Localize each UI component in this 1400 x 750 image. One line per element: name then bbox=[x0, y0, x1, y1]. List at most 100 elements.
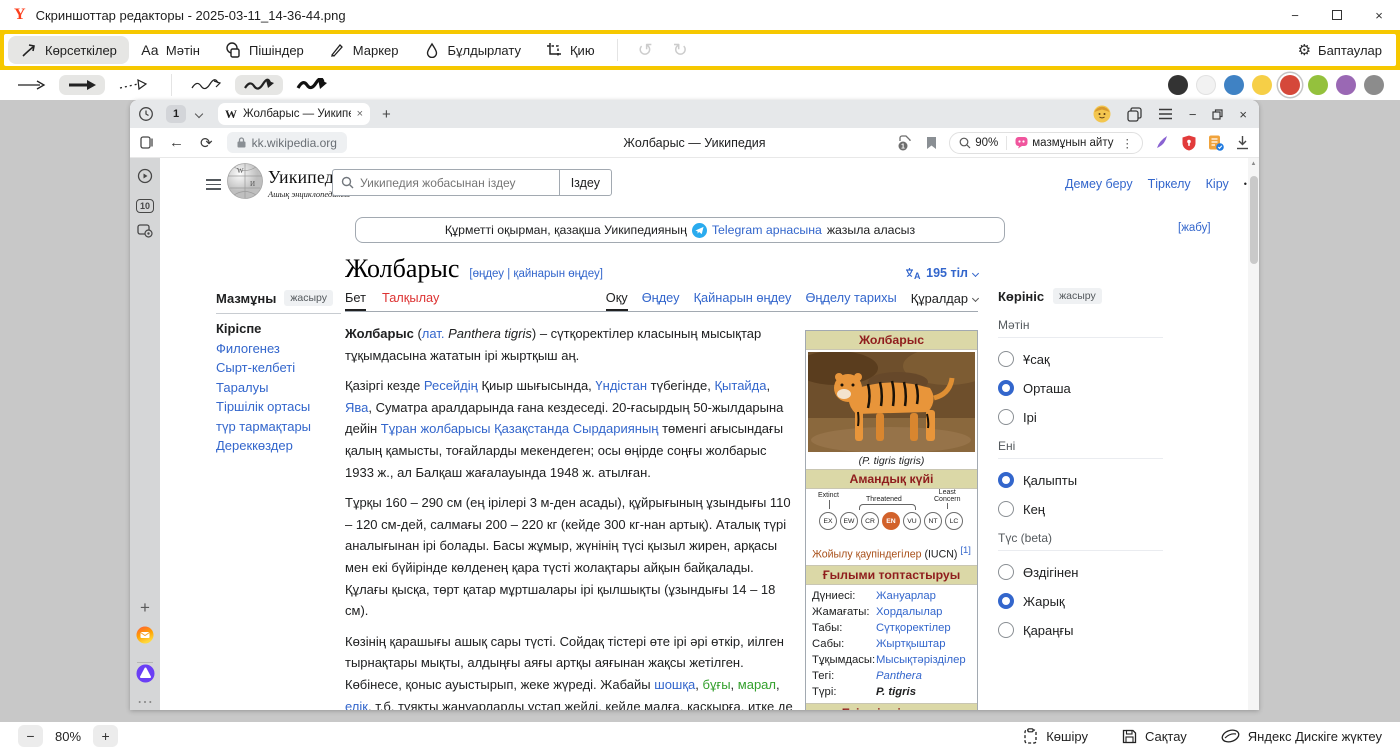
color-purple[interactable] bbox=[1336, 75, 1356, 95]
color-red-selected[interactable] bbox=[1280, 75, 1300, 95]
phylum-link[interactable]: Хордалылар bbox=[876, 606, 942, 618]
pen-extension-icon[interactable] bbox=[1155, 135, 1170, 150]
scrollbar-thumb[interactable] bbox=[1250, 176, 1258, 264]
tool-arrows[interactable]: Көрсеткілер bbox=[8, 36, 129, 64]
browser-close-button[interactable]: × bbox=[1239, 107, 1247, 122]
new-tab-button[interactable]: + bbox=[382, 106, 391, 123]
collections-icon[interactable]: 1 bbox=[897, 135, 914, 151]
editor-canvas[interactable]: 1 W Жолбарыс — Уикипеди × + − × ← ⟳ bbox=[0, 100, 1400, 722]
banner-close-link[interactable]: [жабу] bbox=[1178, 222, 1211, 234]
tab-edit-source[interactable]: Қайнарын өңдеу bbox=[694, 290, 792, 311]
radio-width-wide[interactable]: Кең bbox=[998, 501, 1163, 517]
sidebar-panels-icon[interactable] bbox=[140, 135, 155, 150]
arrow-style-thin[interactable] bbox=[8, 75, 54, 95]
family-link[interactable]: Мысықтәрізділер bbox=[876, 654, 966, 666]
tab-history[interactable]: Өңделу тарихы bbox=[805, 290, 896, 311]
tab-talk[interactable]: Талқылау bbox=[382, 290, 439, 311]
toc-item-distribution[interactable]: Таралуы bbox=[216, 382, 341, 393]
zoom-out-button[interactable]: − bbox=[18, 725, 43, 747]
toc-item-appearance[interactable]: Сырт-келбеті bbox=[216, 362, 341, 373]
toc-item-habitat[interactable]: Тіршілік ортасы bbox=[216, 401, 341, 412]
wiki-menu-icon[interactable] bbox=[206, 176, 221, 193]
tab-read[interactable]: Оқу bbox=[606, 290, 628, 311]
tool-crop[interactable]: Қию bbox=[533, 36, 607, 64]
redo-button[interactable]: ↻ bbox=[663, 40, 698, 61]
maximize-button[interactable] bbox=[1332, 10, 1342, 20]
bookmark-icon[interactable] bbox=[926, 136, 937, 150]
color-gray[interactable] bbox=[1364, 75, 1384, 95]
pill-more-icon[interactable]: ⋮ bbox=[1122, 136, 1134, 150]
arrow-style-dotted[interactable] bbox=[110, 75, 156, 95]
read-aloud-button[interactable]: мазмұнын айту bbox=[1015, 136, 1113, 149]
tool-blur[interactable]: Бұлдырлату bbox=[411, 36, 533, 64]
arrow-style-bold[interactable] bbox=[59, 75, 105, 95]
minimize-button[interactable]: − bbox=[1288, 8, 1302, 23]
zoom-control[interactable]: 90% bbox=[959, 137, 998, 149]
language-selector[interactable]: A 195 тіл bbox=[905, 266, 978, 280]
squiggle-style-medium[interactable] bbox=[235, 75, 283, 95]
tool-text[interactable]: Аа Мәтін bbox=[129, 36, 212, 64]
settings-button[interactable]: ⚙ Баптаулар bbox=[1298, 41, 1392, 59]
panels-icon[interactable] bbox=[1127, 107, 1142, 122]
class-link[interactable]: Сүтқоректілер bbox=[876, 622, 951, 634]
donate-link[interactable]: Демеу беру bbox=[1065, 177, 1133, 191]
radio-color-auto[interactable]: Өздігінен bbox=[998, 564, 1163, 580]
color-yellow[interactable] bbox=[1252, 75, 1272, 95]
alice-assistant-icon[interactable] bbox=[130, 664, 160, 688]
close-button[interactable]: × bbox=[1372, 8, 1386, 23]
sidebar-add-icon[interactable]: + bbox=[130, 598, 160, 618]
order-link[interactable]: Жыртқыштар bbox=[876, 638, 946, 650]
radio-text-small[interactable]: Ұсақ bbox=[998, 351, 1163, 367]
back-button[interactable]: ← bbox=[169, 134, 184, 151]
download-icon[interactable] bbox=[1236, 135, 1249, 150]
tool-shapes[interactable]: Пішіндер bbox=[212, 36, 316, 64]
tool-marker[interactable]: Маркер bbox=[316, 36, 411, 64]
squiggle-style-bold[interactable] bbox=[288, 75, 336, 95]
tab-counter[interactable]: 1 bbox=[166, 105, 186, 123]
tab-tools[interactable]: Құралдар bbox=[911, 290, 978, 311]
color-black[interactable] bbox=[1168, 75, 1188, 95]
appearance-hide-button[interactable]: жасыру bbox=[1053, 288, 1102, 304]
tab-page[interactable]: Бет bbox=[345, 290, 366, 311]
color-blue[interactable] bbox=[1224, 75, 1244, 95]
profile-avatar[interactable] bbox=[1093, 105, 1111, 123]
browser-tab[interactable]: W Жолбарыс — Уикипеди × bbox=[218, 103, 370, 125]
color-white[interactable] bbox=[1196, 75, 1216, 95]
toc-item-subspecies[interactable]: түр тармақтары bbox=[216, 421, 341, 432]
tabs-count-badge[interactable]: 10 bbox=[130, 196, 160, 214]
toc-item-references[interactable]: Дереккөздер bbox=[216, 440, 341, 451]
address-bar[interactable]: kk.wikipedia.org bbox=[227, 132, 347, 153]
radio-color-dark[interactable]: Қараңғы bbox=[998, 622, 1163, 638]
browser-menu-icon[interactable] bbox=[1158, 108, 1173, 120]
status-reference[interactable]: [1] bbox=[960, 545, 971, 556]
title-edit-links[interactable]: [өңдеу | қайнарын өңдеу] bbox=[469, 268, 603, 280]
tabs-dropdown-chevron-icon[interactable] bbox=[195, 110, 203, 118]
save-button[interactable]: Сақтау bbox=[1122, 729, 1187, 744]
browser-restore-button[interactable] bbox=[1212, 109, 1223, 120]
toc-item-phylogenesis[interactable]: Филогенез bbox=[216, 343, 341, 354]
status-link[interactable]: Жойылу қаупіндегілер bbox=[812, 549, 921, 561]
upload-yandex-disk-button[interactable]: Яндекс Дискіге жүктеу bbox=[1221, 729, 1382, 744]
telegram-link[interactable]: Telegram арнасына bbox=[712, 223, 822, 237]
toc-hide-button[interactable]: жасыру bbox=[284, 290, 333, 306]
protect-shield-icon[interactable] bbox=[1182, 135, 1196, 151]
copy-button[interactable]: Көшіру bbox=[1023, 728, 1088, 744]
register-link[interactable]: Тіркелу bbox=[1148, 177, 1191, 191]
tab-edit[interactable]: Өңдеу bbox=[642, 290, 680, 311]
search-input[interactable] bbox=[354, 176, 559, 190]
genus-link[interactable]: Panthera bbox=[876, 670, 922, 682]
browser-minimize-button[interactable]: − bbox=[1189, 107, 1197, 122]
scrollbar-up-arrow-icon[interactable]: ▲ bbox=[1248, 161, 1259, 167]
yandex-mail-icon[interactable] bbox=[130, 626, 160, 649]
tiger-photo[interactable] bbox=[806, 350, 977, 454]
color-green[interactable] bbox=[1308, 75, 1328, 95]
zoom-in-button[interactable]: + bbox=[93, 725, 118, 747]
toc-item-intro[interactable]: Кіріспе bbox=[216, 323, 341, 334]
squiggle-style-thin[interactable] bbox=[182, 75, 230, 95]
radio-text-standard[interactable]: Орташа bbox=[998, 380, 1163, 396]
sidebar-more-icon[interactable]: ⋯ bbox=[130, 692, 160, 710]
search-button[interactable]: Іздеу bbox=[559, 170, 611, 195]
kingdom-link[interactable]: Жануарлар bbox=[876, 590, 936, 602]
video-player-icon[interactable] bbox=[130, 168, 160, 189]
history-clock-icon[interactable] bbox=[138, 106, 154, 122]
